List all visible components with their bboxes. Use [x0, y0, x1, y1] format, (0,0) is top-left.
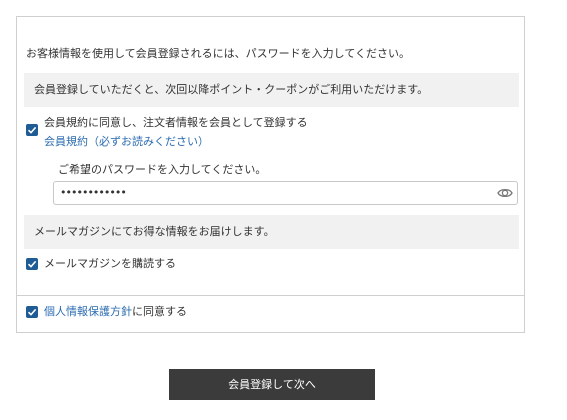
- member-benefits-text: 会員登録していただくと、次回以降ポイント・クーポンがご利用いただけます。: [34, 83, 429, 96]
- newsletter-checkbox[interactable]: [26, 258, 38, 270]
- password-prompt: ご希望のパスワードを入力してください。: [58, 163, 267, 176]
- privacy-checkbox[interactable]: [26, 306, 38, 318]
- checkmark-icon: [27, 126, 37, 134]
- checkmark-icon: [27, 308, 37, 316]
- newsletter-band: メールマガジンにてお得な情報をお届けします。: [24, 215, 519, 249]
- member-benefits-band: 会員登録していただくと、次回以降ポイント・クーポンがご利用いただけます。: [24, 73, 519, 107]
- privacy-label: 個人情報保護方針に同意する: [44, 304, 187, 319]
- panel-divider: [17, 295, 524, 296]
- register-next-button[interactable]: 会員登録して次へ: [169, 369, 375, 400]
- password-field[interactable]: ••••••••••••: [53, 181, 518, 205]
- terms-checkbox-label[interactable]: 会員規約に同意し、注文者情報を会員として登録する: [44, 115, 308, 130]
- privacy-policy-link[interactable]: 個人情報保護方針: [44, 305, 132, 318]
- newsletter-info-text: メールマガジンにてお得な情報をお届けします。: [34, 225, 275, 238]
- terms-checkbox[interactable]: [26, 124, 38, 136]
- privacy-suffix: に同意する: [132, 305, 187, 318]
- newsletter-checkbox-label[interactable]: メールマガジンを購読する: [44, 256, 176, 271]
- password-value[interactable]: ••••••••••••: [60, 183, 127, 203]
- intro-text: お客様情報を使用して会員登録されるには、パスワードを入力してください。: [26, 47, 411, 60]
- terms-link[interactable]: 会員規約（必ずお読みください）: [44, 134, 209, 149]
- checkmark-icon: [27, 260, 37, 268]
- eye-icon[interactable]: [497, 186, 513, 200]
- registration-panel: お客様情報を使用して会員登録されるには、パスワードを入力してください。 会員登録…: [16, 16, 525, 333]
